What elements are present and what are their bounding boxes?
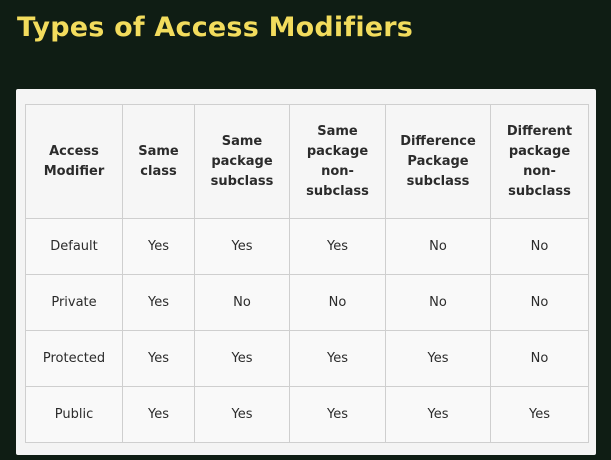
header-same-package-non-subclass: Same package non- subclass bbox=[289, 104, 386, 219]
table-cell: Yes bbox=[385, 330, 491, 387]
table-cell: Yes bbox=[194, 386, 290, 443]
header-difference-package-subclass: Difference Package subclass bbox=[385, 104, 491, 219]
row-label-cell: Private bbox=[25, 274, 123, 331]
table-cell: No bbox=[490, 330, 589, 387]
table-row: Private Yes No No No No bbox=[25, 274, 589, 331]
header-text: subclass bbox=[406, 173, 470, 189]
header-text: Difference bbox=[400, 133, 476, 149]
table-cell: Yes bbox=[490, 386, 589, 443]
table-body: Default Yes Yes Yes No No Private Yes No… bbox=[25, 218, 589, 443]
table-row: Public Yes Yes Yes Yes Yes bbox=[25, 386, 589, 443]
header-different-package-non-subclass: Different package non- subclass bbox=[490, 104, 589, 219]
table-cell: No bbox=[490, 218, 589, 275]
table-cell: Yes bbox=[122, 330, 195, 387]
access-modifiers-table: Access Modifier Same class Same package … bbox=[25, 104, 589, 443]
table-cell: Yes bbox=[385, 386, 491, 443]
table-cell: No bbox=[385, 218, 491, 275]
header-access-modifier: Access Modifier bbox=[25, 104, 123, 219]
header-text: Same bbox=[138, 143, 179, 159]
table-header: Access Modifier Same class Same package … bbox=[25, 104, 589, 219]
table-cell: Yes bbox=[289, 218, 386, 275]
table-cell: No bbox=[194, 274, 290, 331]
table-row: Default Yes Yes Yes No No bbox=[25, 218, 589, 275]
table-cell: No bbox=[490, 274, 589, 331]
row-label-cell: Default bbox=[25, 218, 123, 275]
header-text: subclass bbox=[508, 183, 571, 199]
table-cell: No bbox=[385, 274, 491, 331]
table-card: Access Modifier Same class Same package … bbox=[16, 89, 596, 455]
header-text: class bbox=[140, 163, 177, 179]
table-cell: Yes bbox=[122, 274, 195, 331]
header-text: Package bbox=[407, 153, 469, 169]
table-row: Protected Yes Yes Yes Yes No bbox=[25, 330, 589, 387]
header-text: subclass bbox=[306, 183, 369, 199]
header-text: Same bbox=[221, 133, 263, 149]
header-text: Different bbox=[506, 123, 573, 139]
header-text: non- bbox=[321, 163, 354, 179]
header-row: Access Modifier Same class Same package … bbox=[25, 104, 589, 219]
header-text: Same bbox=[317, 123, 358, 139]
header-text: package bbox=[508, 143, 571, 159]
table-cell: Yes bbox=[194, 330, 290, 387]
header-same-package-subclass: Same package subclass bbox=[194, 104, 290, 219]
header-text: package bbox=[306, 143, 369, 159]
table-cell: Yes bbox=[289, 330, 386, 387]
slide-title: Types of Access Modifiers bbox=[17, 12, 414, 43]
header-text: subclass bbox=[210, 173, 274, 189]
header-text: package bbox=[211, 153, 273, 169]
table-cell: Yes bbox=[194, 218, 290, 275]
table-cell: No bbox=[289, 274, 386, 331]
header-text: non- bbox=[523, 163, 556, 179]
header-text: Modifier bbox=[43, 163, 105, 179]
header-text: Access bbox=[49, 143, 99, 159]
table-cell: Yes bbox=[122, 218, 195, 275]
row-label-cell: Public bbox=[25, 386, 123, 443]
header-same-class: Same class bbox=[122, 104, 195, 219]
table-cell: Yes bbox=[122, 386, 195, 443]
row-label-cell: Protected bbox=[25, 330, 123, 387]
table-cell: Yes bbox=[289, 386, 386, 443]
